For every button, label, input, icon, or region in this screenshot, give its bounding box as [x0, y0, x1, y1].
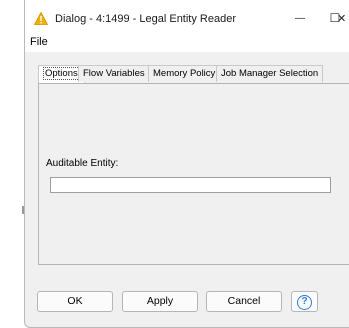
- tab-flow-variables-label: Flow Variables: [83, 68, 145, 79]
- minimize-button[interactable]: —: [290, 10, 310, 26]
- tab-memory-policy-label: Memory Policy: [153, 68, 216, 79]
- help-icon: ?: [297, 295, 312, 310]
- warning-triangle-icon: [34, 12, 48, 25]
- tab-memory-policy[interactable]: Memory Policy: [148, 65, 221, 82]
- cancel-button[interactable]: Cancel: [206, 291, 282, 312]
- apply-button[interactable]: Apply: [122, 291, 198, 312]
- options-panel: Auditable Entity:: [38, 83, 349, 265]
- menu-bar: File: [25, 34, 349, 52]
- ok-button[interactable]: OK: [37, 291, 113, 312]
- title-bar[interactable]: Dialog - 4:1499 - Legal Entity Reader — …: [25, 0, 349, 34]
- tab-flow-variables[interactable]: Flow Variables: [78, 65, 150, 82]
- close-button[interactable]: ✕: [337, 10, 349, 26]
- menu-file[interactable]: File: [30, 36, 48, 48]
- help-button[interactable]: ?: [291, 291, 318, 312]
- window-title: Dialog - 4:1499 - Legal Entity Reader: [55, 13, 236, 25]
- dialog-window: Dialog - 4:1499 - Legal Entity Reader — …: [24, 0, 349, 328]
- tab-job-manager-selection-label: Job Manager Selection: [221, 68, 319, 79]
- auditable-entity-label: Auditable Entity:: [46, 158, 119, 169]
- tab-job-manager-selection[interactable]: Job Manager Selection: [216, 65, 324, 82]
- tab-options-label: Options: [43, 67, 80, 80]
- auditable-entity-input[interactable]: [50, 177, 331, 193]
